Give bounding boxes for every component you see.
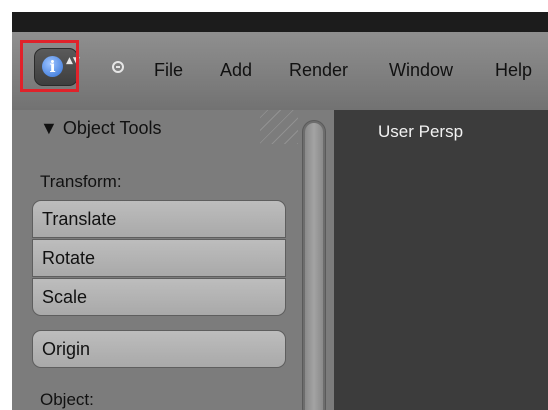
menu-help[interactable]: Help	[495, 60, 532, 81]
updown-arrow-icon: ▲▼	[66, 56, 80, 66]
menu-window[interactable]: Window	[389, 60, 453, 81]
scale-button[interactable]: Scale	[32, 278, 286, 316]
menu-add[interactable]: Add	[220, 60, 252, 81]
origin-button[interactable]: Origin	[32, 330, 286, 368]
panel-drag-grip[interactable]	[260, 110, 298, 144]
info-header: i ▲▼ File Add Render Window Help	[12, 32, 548, 111]
tool-shelf-scrollbar[interactable]	[302, 120, 326, 410]
object-label: Object:	[40, 390, 94, 409]
3d-viewport[interactable]: User Persp	[334, 110, 548, 410]
rotate-button[interactable]: Rotate	[32, 239, 286, 277]
title-strip	[12, 12, 548, 32]
scrollbar-thumb[interactable]	[305, 123, 323, 410]
editor-type-button[interactable]: i ▲▼	[34, 48, 80, 86]
collapse-menu-icon[interactable]	[112, 61, 124, 73]
translate-button[interactable]: Translate	[32, 200, 286, 238]
blender-window: i ▲▼ File Add Render Window Help ▼ Objec…	[12, 12, 548, 410]
transform-label: Transform:	[40, 172, 122, 191]
menu-file[interactable]: File	[154, 60, 183, 81]
menu-render[interactable]: Render	[289, 60, 348, 81]
viewport-view-label: User Persp	[378, 122, 464, 141]
object-tools-panel-header[interactable]: ▼ Object Tools	[40, 118, 162, 139]
tool-shelf: ▼ Object Tools Transform: Translate Rota…	[12, 110, 334, 410]
info-icon: i	[42, 56, 63, 77]
